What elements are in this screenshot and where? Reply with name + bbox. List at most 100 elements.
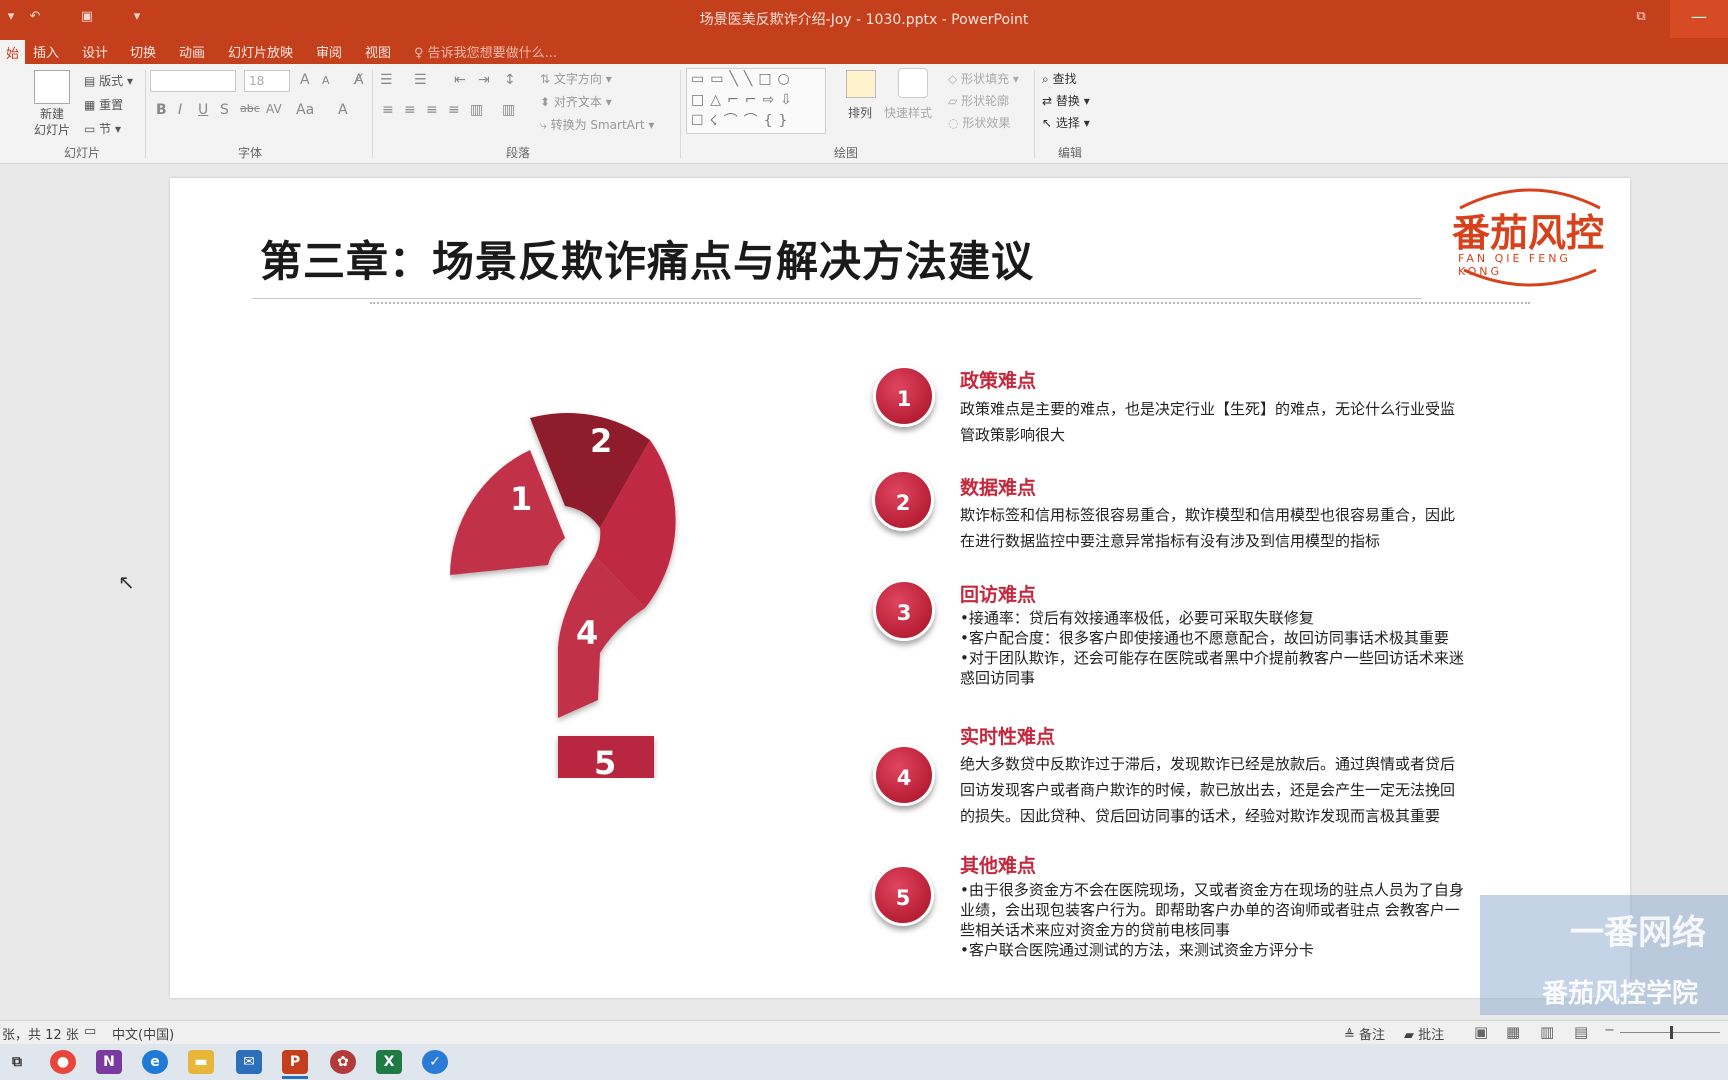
increase-indent-icon[interactable]: ⇥ bbox=[478, 72, 490, 88]
quick-styles-icon[interactable] bbox=[898, 68, 928, 98]
tell-me-text: 告诉我您想要做什么... bbox=[427, 46, 558, 61]
select-button[interactable]: ↖ 选择 ▾ bbox=[1042, 114, 1090, 131]
minimize-button[interactable]: — bbox=[1670, 0, 1728, 38]
tab-transitions[interactable]: 切换 bbox=[130, 42, 156, 61]
align-text-button[interactable]: ⬍ 对齐文本 ▾ bbox=[540, 93, 612, 110]
char-spacing-icon[interactable]: AV bbox=[266, 102, 282, 116]
shape-effects-icon: ◌ bbox=[948, 116, 959, 130]
item-title: 实时性难点 bbox=[960, 726, 1056, 748]
replace-button[interactable]: ⇄ 替换 ▾ bbox=[1042, 92, 1090, 109]
replace-icon: ⇄ bbox=[1042, 94, 1053, 108]
slideshow-view-icon[interactable]: ▤ bbox=[1574, 1023, 1588, 1041]
group-divider bbox=[1034, 70, 1035, 158]
item-body: 欺诈标签和信用标签很容易重合，欺诈模型和信用模型也很容易重合，因此 在进行数据监控… bbox=[960, 506, 1456, 550]
bullets-icon[interactable]: ☰ bbox=[380, 72, 393, 88]
slide-title[interactable]: 第三章：场景反欺诈痛点与解决方法建议 bbox=[260, 228, 1034, 289]
watermark-line-1: 一番网络 bbox=[1570, 913, 1706, 953]
item-number-badge: 3 bbox=[873, 579, 935, 641]
window-title: 场景医美反欺诈介绍-Joy - 1030.pptx - PowerPoint bbox=[699, 12, 1029, 28]
numbering-icon[interactable]: ☰ bbox=[414, 72, 427, 88]
distributed-icon[interactable]: ▥ bbox=[470, 102, 483, 118]
normal-view-icon[interactable]: ▣ bbox=[1474, 1023, 1488, 1041]
decrease-indent-icon[interactable]: ⇤ bbox=[454, 72, 466, 88]
comments-button[interactable]: ▰ 批注 bbox=[1404, 1024, 1444, 1043]
tab-review[interactable]: 审阅 bbox=[316, 42, 342, 61]
language-indicator[interactable]: 中文(中国) bbox=[112, 1024, 174, 1043]
align-left-icon[interactable]: ≡ bbox=[382, 102, 394, 118]
font-name-field[interactable] bbox=[150, 70, 236, 92]
shapes-gallery[interactable]: ▭▭╲╲□○ □△⌐⌐⇨⇩ ☐☇⌒⌒{} bbox=[686, 68, 826, 134]
tab-view[interactable]: 视图 bbox=[365, 42, 391, 61]
title-bar: ▾ ↶ ▣ ▾ 场景医美反欺诈介绍-Joy - 1030.pptx - Powe… bbox=[0, 0, 1728, 38]
pointer-icon: ↖ bbox=[1042, 116, 1053, 130]
powerpoint-icon[interactable]: P bbox=[282, 1050, 308, 1074]
watermark-line-2: 番茄风控学院 bbox=[1542, 979, 1699, 1009]
font-color-icon[interactable]: A bbox=[338, 102, 348, 118]
file-explorer-icon[interactable]: ▬ bbox=[188, 1050, 214, 1074]
item-number-badge: 5 bbox=[872, 864, 934, 926]
item-number-badge: 4 bbox=[873, 744, 935, 806]
question-mark-graphic: 1 2 3 4 5 bbox=[450, 412, 704, 778]
active-app-indicator bbox=[282, 1076, 308, 1079]
reading-view-icon[interactable]: ▥ bbox=[1540, 1023, 1554, 1041]
item-body: 政策难点是主要的难点，也是决定行业【生死】的难点，无论什么行业受监 管政策影响很大 bbox=[960, 400, 1456, 444]
group-divider bbox=[145, 70, 146, 158]
zoom-slider-thumb[interactable] bbox=[1670, 1026, 1673, 1039]
line-spacing-icon[interactable]: ↕ bbox=[504, 72, 516, 88]
align-right-icon[interactable]: ≡ bbox=[426, 102, 438, 118]
underline-icon[interactable]: U bbox=[198, 102, 208, 118]
justify-icon[interactable]: ≡ bbox=[448, 102, 460, 118]
tab-home[interactable]: 始 bbox=[0, 40, 26, 64]
new-slide-button[interactable]: 新建 幻灯片 bbox=[26, 106, 78, 138]
chrome-icon[interactable]: ● bbox=[50, 1050, 76, 1074]
find-button[interactable]: ⌕ 查找 bbox=[1042, 70, 1077, 87]
layout-button[interactable]: ▤ 版式 ▾ bbox=[84, 72, 133, 89]
shadow-icon[interactable]: S bbox=[220, 102, 229, 118]
drawing-group-label: 绘图 bbox=[834, 146, 859, 160]
font-size-field[interactable]: 18 bbox=[244, 70, 290, 92]
tab-animations[interactable]: 动画 bbox=[179, 42, 205, 61]
tab-slideshow[interactable]: 幻灯片放映 bbox=[228, 42, 293, 61]
slide-sorter-icon[interactable]: ▦ bbox=[1506, 1023, 1520, 1041]
paragraph-group-label: 段落 bbox=[506, 146, 531, 160]
tab-design[interactable]: 设计 bbox=[82, 42, 108, 61]
reset-icon: ▦ bbox=[84, 98, 96, 112]
tell-me-box[interactable]: ♀ 告诉我您想要做什么... bbox=[414, 42, 557, 61]
task-view-icon[interactable]: ⧉ bbox=[4, 1050, 30, 1074]
quick-styles-button[interactable]: 快速样式 bbox=[884, 104, 932, 121]
shape-outline-button[interactable]: ▱ 形状轮廓 bbox=[948, 92, 1009, 109]
text-direction-button[interactable]: ⇅ 文字方向 ▾ bbox=[540, 70, 612, 87]
slide-canvas[interactable]: 第三章：场景反欺诈痛点与解决方法建议 番茄风控 FAN QIE FENG KON… bbox=[170, 178, 1630, 998]
align-center-icon[interactable]: ≡ bbox=[404, 102, 416, 118]
zoom-out-icon[interactable]: − bbox=[1604, 1023, 1615, 1038]
mail-icon[interactable]: ✉ bbox=[236, 1050, 262, 1074]
clear-format-icon[interactable]: A̸ bbox=[354, 72, 364, 88]
shape-fill-button[interactable]: ◇ 形状填充 ▾ bbox=[948, 70, 1019, 87]
edge-icon[interactable]: e bbox=[142, 1050, 168, 1074]
increase-font-icon[interactable]: A bbox=[300, 72, 310, 88]
logo-text-en: FAN QIE FENG KONG bbox=[1458, 252, 1571, 278]
reset-button[interactable]: ▦ 重置 bbox=[84, 96, 123, 113]
slide-count: 张，共 12 张 bbox=[2, 1028, 79, 1043]
columns-icon[interactable]: ▥ bbox=[502, 102, 515, 118]
onenote-icon[interactable]: N bbox=[96, 1050, 122, 1074]
item-title: 政策难点 bbox=[960, 370, 1037, 392]
bold-icon[interactable]: B bbox=[156, 102, 167, 118]
check-app-icon[interactable]: ✓ bbox=[422, 1050, 448, 1074]
decrease-font-icon[interactable]: A bbox=[322, 74, 330, 87]
strikethrough-icon[interactable]: abc bbox=[240, 102, 260, 115]
section-button[interactable]: ▭ 节 ▾ bbox=[84, 120, 121, 137]
new-slide-icon[interactable] bbox=[34, 70, 70, 104]
spell-check-icon[interactable]: ▭ bbox=[84, 1024, 96, 1039]
app-icon[interactable]: ✿ bbox=[330, 1050, 356, 1074]
arrange-icon[interactable] bbox=[846, 70, 876, 98]
italic-icon[interactable]: I bbox=[178, 102, 182, 118]
shape-effects-button[interactable]: ◌ 形状效果 bbox=[948, 114, 1010, 131]
excel-icon[interactable]: X bbox=[376, 1050, 402, 1074]
notes-button[interactable]: ≜ 备注 bbox=[1344, 1024, 1385, 1043]
smartart-button[interactable]: ⤷ 转换为 SmartArt ▾ bbox=[540, 116, 654, 133]
tab-insert[interactable]: 插入 bbox=[33, 42, 59, 61]
arrange-button[interactable]: 排列 bbox=[848, 104, 872, 121]
ribbon-display-options-icon[interactable]: ⧉ bbox=[1632, 8, 1650, 26]
change-case-icon[interactable]: Aa bbox=[296, 102, 314, 118]
